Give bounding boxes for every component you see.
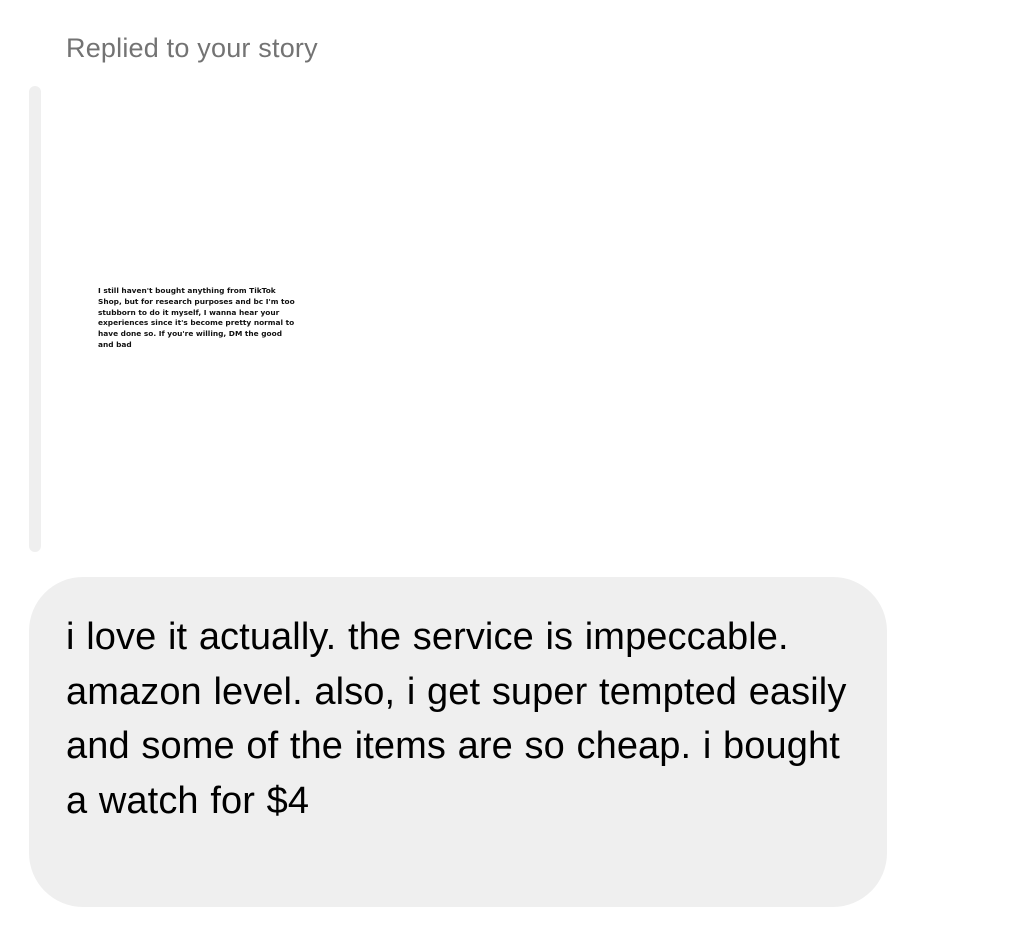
message-bubble[interactable]: i love it actually. the service is impec… — [29, 577, 887, 907]
replied-to-story-label: Replied to your story — [66, 33, 318, 63]
story-preview[interactable]: I still haven't bought anything from Tik… — [58, 86, 388, 552]
story-text: I still haven't bought anything from Tik… — [98, 286, 295, 349]
story-reply-indicator-bar — [29, 86, 41, 552]
message-text: i love it actually. the service is impec… — [66, 616, 847, 822]
